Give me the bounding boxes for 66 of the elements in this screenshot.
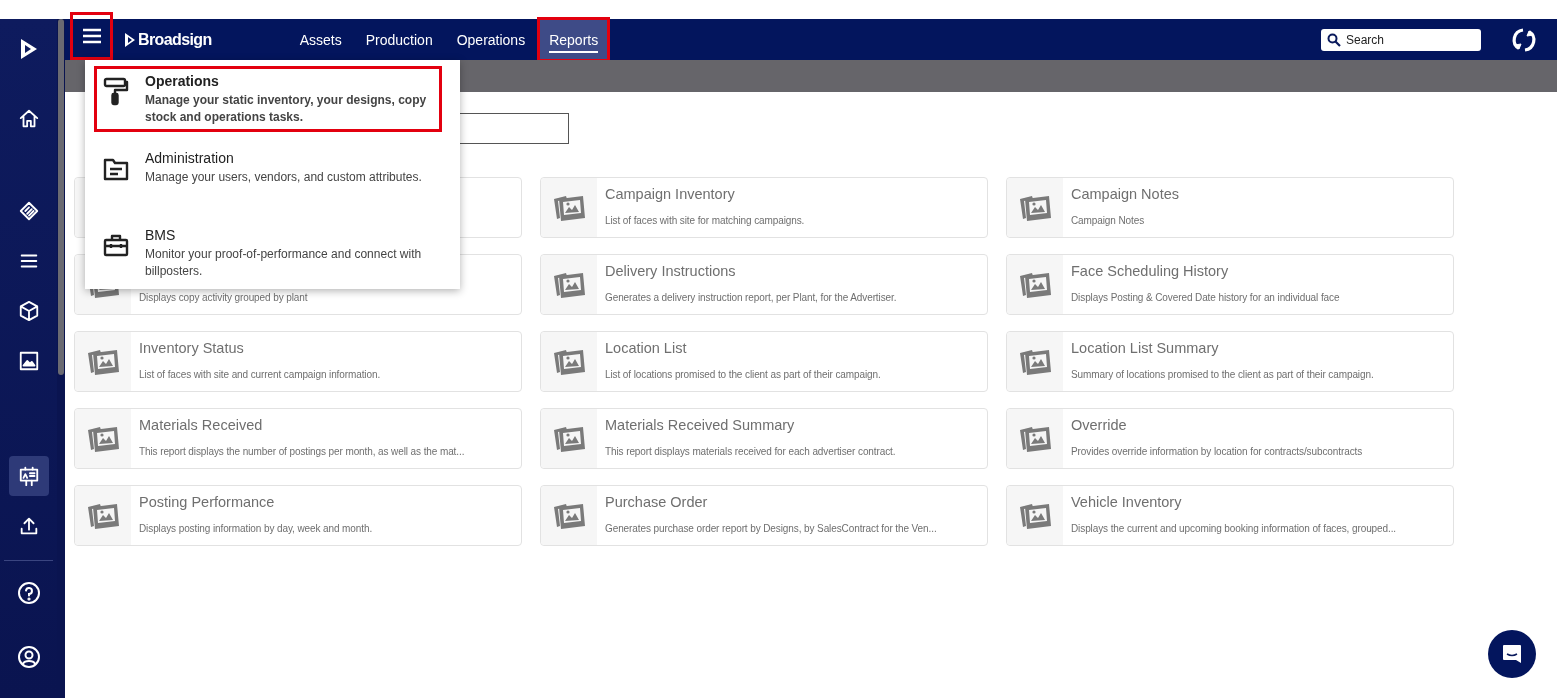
- report-description: Generates a delivery instruction report, per Plant, for the Advertiser.: [605, 292, 898, 303]
- billboard-icon[interactable]: [8, 456, 49, 496]
- nav-tab[interactable]: Reports: [539, 19, 609, 60]
- report-card[interactable]: Campaign Inventory List of faces with site for matching campaigns.: [540, 177, 988, 238]
- report-card[interactable]: Location List Summary Summary of locations promised to the client as part of their campaign.: [1006, 331, 1454, 392]
- scrollbar[interactable]: [57, 19, 65, 698]
- menu-item-title: Operations: [145, 73, 220, 89]
- report-title: Campaign Notes: [1071, 186, 1180, 204]
- report-card[interactable]: Campaign Notes Campaign Notes: [1006, 177, 1454, 238]
- report-description: Generates purchase order report by Designs, by SalesContract for the Ven...: [605, 523, 938, 534]
- report-title: Campaign Inventory: [605, 186, 736, 204]
- paint-roller-icon: [103, 77, 129, 107]
- menu-item-description: Monitor your proof-of-performance and connect with billposters.: [145, 246, 423, 280]
- report-description: Displays Posting & Covered Date history for an individual face: [1071, 292, 1341, 303]
- nav-tab[interactable]: Operations: [446, 19, 536, 60]
- nav-tab[interactable]: Production: [355, 19, 443, 60]
- report-title: Vehicle Inventory: [1071, 494, 1183, 512]
- report-title: Materials Received Summary: [605, 417, 796, 435]
- menu-item-description: Manage your users, vendors, and custom attributes.: [145, 169, 422, 186]
- refresh-icon[interactable]: [1511, 26, 1537, 53]
- report-description: List of locations promised to the client as part of their campaign.: [605, 369, 882, 380]
- report-title: Delivery Instructions: [605, 263, 737, 281]
- logo-icon: [124, 31, 136, 48]
- report-card[interactable]: Delivery Instructions Generates a delivery instruction report, per Plant, for the Advertiser.: [540, 254, 988, 315]
- menu-icon: [81, 28, 102, 44]
- report-description: Provides override information by location for contracts/subcontracts: [1071, 446, 1364, 457]
- logo-icon: [18, 38, 39, 60]
- brand-name: Broadsign: [138, 30, 212, 49]
- menu-item-title: BMS: [145, 227, 177, 243]
- report-title: Materials Received: [139, 417, 264, 435]
- search-icon: [1327, 32, 1341, 47]
- menu-item[interactable]: Administration Manage your users, vendors, and custom attributes.: [94, 143, 442, 209]
- menu-item-description: Manage your static inventory, your designs, copy stock and operations tasks.: [145, 92, 428, 126]
- report-title: Purchase Order: [605, 494, 709, 512]
- report-description: Campaign Notes: [1071, 215, 1146, 226]
- report-description: Displays the current and upcoming booking information of faces, grouped...: [1071, 523, 1397, 534]
- report-description: List of faces with site for matching campaigns.: [605, 215, 806, 226]
- chat-button[interactable]: [1488, 630, 1536, 678]
- report-card[interactable]: Vehicle Inventory Displays the current and upcoming booking information of faces, grouped...: [1006, 485, 1454, 546]
- report-card[interactable]: Override Provides override information by location for contracts/subcontracts: [1006, 408, 1454, 469]
- report-description: Displays posting information by day, week and month.: [139, 523, 374, 534]
- nav-tab[interactable]: Assets: [289, 19, 352, 60]
- report-title: Location List: [605, 340, 688, 358]
- report-card[interactable]: Posting Performance Displays posting information by day, week and month.: [74, 485, 522, 546]
- report-card[interactable]: Location List List of locations promised to the client as part of their campaign.: [540, 331, 988, 392]
- report-title: Inventory Status: [139, 340, 245, 358]
- search-field[interactable]: Search: [1321, 28, 1481, 51]
- report-description: This report displays the number of postings per month, as well as the mat...: [139, 446, 466, 457]
- report-title: Posting Performance: [139, 494, 276, 512]
- report-description: List of faces with site and current campaign information.: [139, 369, 382, 380]
- menu-item[interactable]: BMS Monitor your proof-of-performance and connect with billposters.: [94, 220, 442, 286]
- report-title: Location List Summary: [1071, 340, 1220, 358]
- report-card[interactable]: Face Scheduling History Displays Posting & Covered Date history for an individual face: [1006, 254, 1454, 315]
- report-description: This report displays materials received for each advertiser contract.: [605, 446, 897, 457]
- report-title: Override: [1071, 417, 1128, 435]
- report-description: Displays copy activity grouped by plant: [139, 292, 309, 303]
- menu-item[interactable]: Operations Manage your static inventory, your designs, copy stock and operations tasks.: [94, 66, 442, 132]
- report-title: Face Scheduling History: [1071, 263, 1230, 281]
- report-card[interactable]: Purchase Order Generates purchase order report by Designs, by SalesContract for the Ven...: [540, 485, 988, 546]
- chat-icon: [1501, 643, 1523, 665]
- menu-button[interactable]: [70, 12, 113, 60]
- report-card[interactable]: Inventory Status List of faces with site and current campaign information.: [74, 331, 522, 392]
- report-card[interactable]: Materials Received This report displays the number of postings per month, as well as the mat...: [74, 408, 522, 469]
- report-description: Summary of locations promised to the client as part of their campaign.: [1071, 369, 1375, 380]
- menu-item-title: Administration: [145, 150, 235, 166]
- report-card[interactable]: Materials Received Summary This report displays materials received for each advertiser contract.: [540, 408, 988, 469]
